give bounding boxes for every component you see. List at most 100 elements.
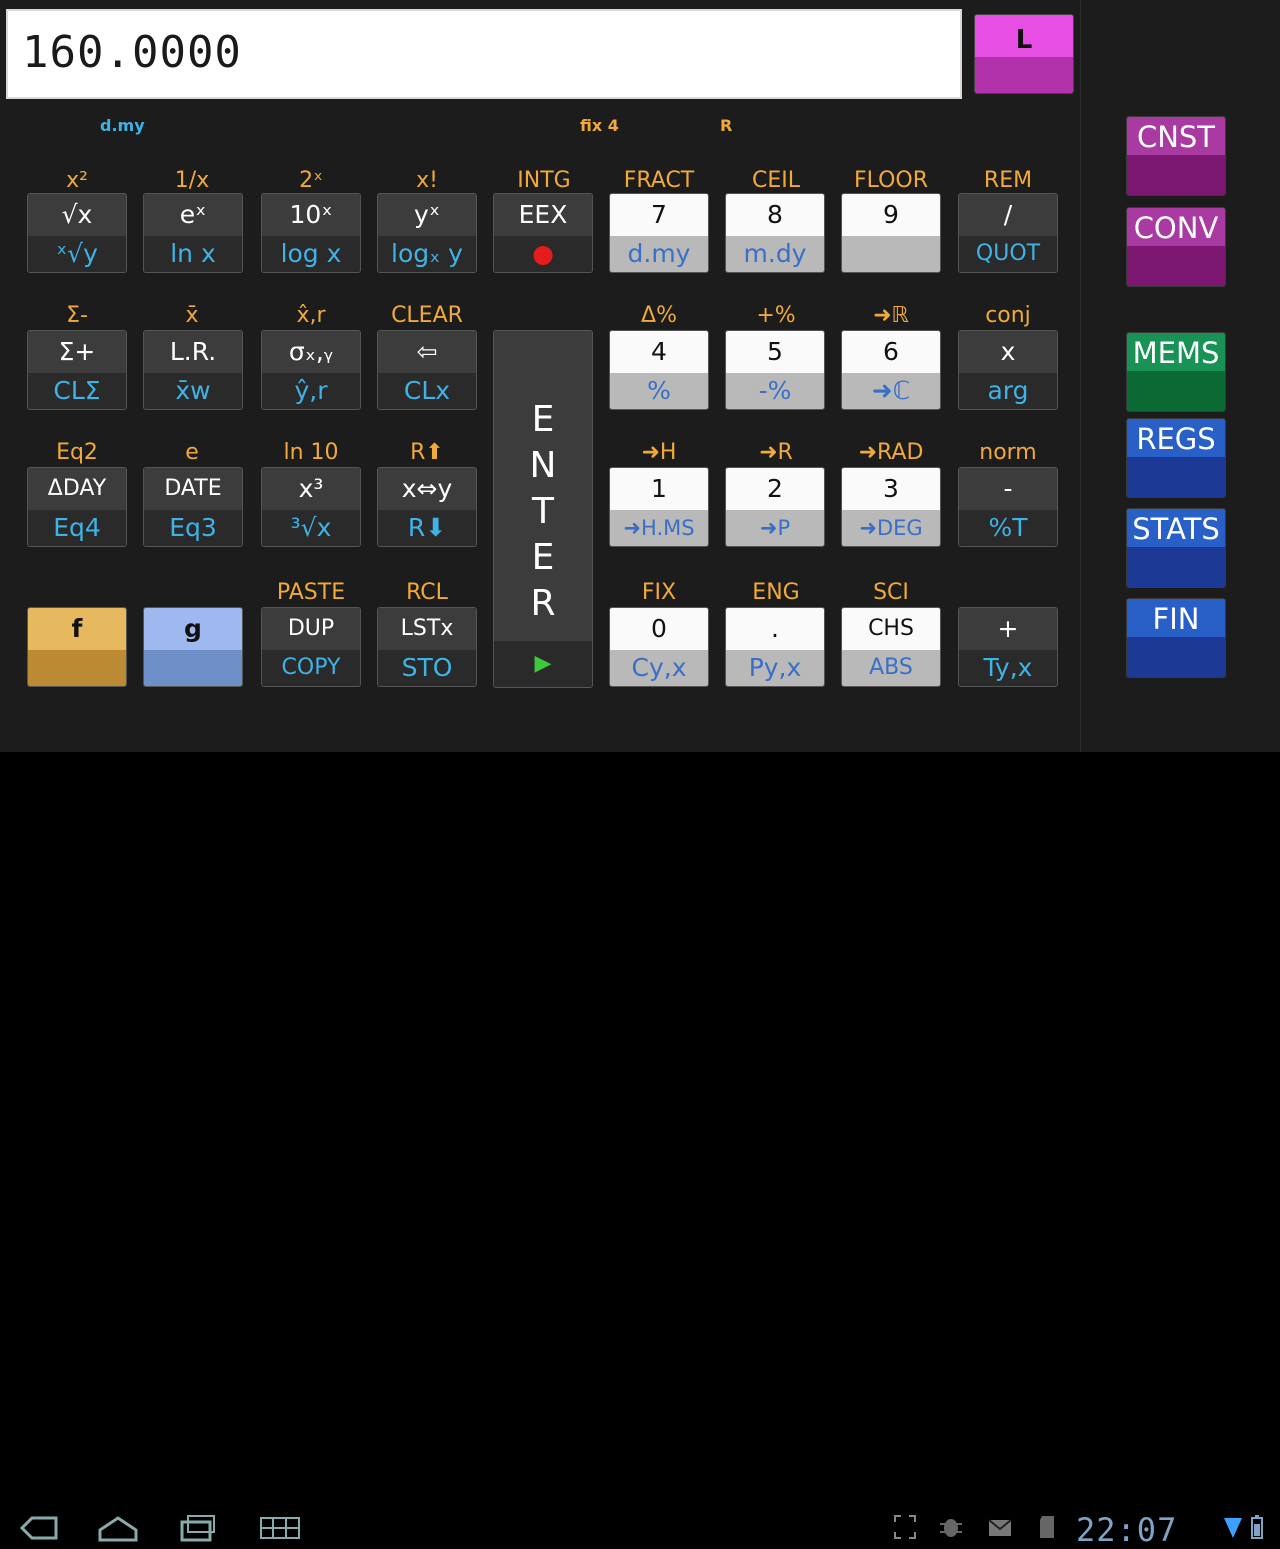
sigma-xy-label: σₓ,ᵧ	[288, 337, 334, 366]
abs-label: ABS	[869, 655, 913, 680]
alt-label-factorial: x!	[416, 168, 438, 193]
divide-key[interactable]: / QUOT	[958, 193, 1058, 273]
swap-label: x⇔y	[401, 474, 453, 503]
enter-letter: E	[531, 537, 555, 578]
alt-label-eq2: Eq2	[56, 440, 98, 465]
digit-4-key[interactable]: 4%	[609, 330, 709, 410]
logx-y-label: logₓ y	[391, 239, 463, 268]
digit-9-key[interactable]: 9	[841, 193, 941, 273]
conv-label: CONV	[1133, 211, 1219, 245]
quot-label: QUOT	[975, 241, 1041, 266]
display-value: 160.0000	[22, 27, 242, 78]
swap-key[interactable]: x⇔y R⬇	[377, 467, 477, 547]
enter-letter: R	[530, 583, 556, 624]
g-label: g	[184, 614, 202, 643]
signal-icon	[1224, 1518, 1242, 1538]
copy-label: COPY	[281, 655, 341, 680]
alt-label-sigma-minus: Σ-	[66, 303, 88, 328]
xroot-y-label: ˣ√y	[56, 239, 98, 268]
digit-0-key[interactable]: 0 Cy,x	[609, 607, 709, 687]
last-x-key[interactable]: LSTx STO	[377, 607, 477, 687]
mail-icon	[988, 1519, 1012, 1536]
delta-day-key[interactable]: ΔDAY Eq4	[27, 467, 127, 547]
alt-label-floor: FLOOR	[853, 168, 929, 193]
alt-label-to-rad: ➜RAD	[858, 440, 924, 465]
add-key[interactable]: + Ty,x	[958, 607, 1058, 687]
alt-label-norm: norm	[979, 440, 1037, 465]
digit-5-key[interactable]: 5 -%	[725, 330, 825, 410]
menu-grid-icon[interactable]	[258, 1514, 302, 1542]
angle-mode-indicator: R	[720, 116, 733, 135]
chs-key[interactable]: CHS ABS	[841, 607, 941, 687]
calculator-panel: 160.0000 L d.my fix 4 R x² 1/x 2ˣ x! INT…	[0, 0, 1080, 752]
t-yx-label: Ty,x	[983, 653, 1033, 682]
y-pow-x-key[interactable]: yˣ logₓ y	[377, 193, 477, 273]
yhat-r-label: ŷ,r	[294, 376, 328, 405]
linear-regression-key[interactable]: L.R. x̄w	[143, 330, 243, 410]
backspace-key[interactable]: ⇦ CLx	[377, 330, 477, 410]
multiply-key[interactable]: x arg	[958, 330, 1058, 410]
combination-label: Cy,x	[631, 653, 687, 682]
m-dy-label: m.dy	[743, 239, 807, 268]
alt-label-reciprocal: 1/x	[174, 168, 210, 193]
g-shift-key[interactable]: g	[143, 607, 243, 687]
mems-button[interactable]: MEMS	[1126, 332, 1226, 412]
cube-label: x³	[298, 474, 324, 503]
percent-label: %	[647, 376, 671, 405]
decimal-point-key[interactable]: . Py,x	[725, 607, 825, 687]
ln-label: ln x	[170, 239, 216, 268]
recent-apps-icon[interactable]	[178, 1514, 218, 1542]
l-button[interactable]: L	[974, 14, 1074, 94]
digit-0-label: 0	[651, 614, 667, 643]
cube-key[interactable]: x³ ³√x	[261, 467, 361, 547]
alt-label-intg: INTG	[517, 168, 571, 193]
digit-2-label: 2	[767, 474, 783, 503]
stats-label: STATS	[1132, 512, 1220, 546]
alt-label-eng: ENG	[752, 580, 800, 605]
back-icon[interactable]	[18, 1514, 58, 1542]
digit-3-key[interactable]: 3 ➜DEG	[841, 467, 941, 547]
alt-label-ln10: ln 10	[283, 440, 339, 465]
clock: 22:07	[1076, 1511, 1178, 1549]
ten-pow-key[interactable]: 10ˣ log x	[261, 193, 361, 273]
alt-label-fix: FIX	[641, 580, 677, 605]
display: 160.0000	[6, 9, 962, 99]
regs-button[interactable]: REGS	[1126, 418, 1226, 498]
std-dev-key[interactable]: σₓ,ᵧ ŷ,r	[261, 330, 361, 410]
sto-label: STO	[401, 653, 453, 682]
digit-6-key[interactable]: 6 ➜ℂ	[841, 330, 941, 410]
subtract-key[interactable]: - %T	[958, 467, 1058, 547]
digit-1-key[interactable]: 1 ➜H.MS	[609, 467, 709, 547]
digit-8-label: 8	[767, 200, 783, 229]
mems-label: MEMS	[1132, 336, 1220, 370]
decimal-point-label: .	[771, 614, 779, 643]
eex-key[interactable]: EEX ●	[493, 193, 593, 273]
cnst-button[interactable]: CNST	[1126, 116, 1226, 196]
chs-label: CHS	[868, 616, 914, 641]
digit-7-key[interactable]: 7 d.my	[609, 193, 709, 273]
conv-button[interactable]: CONV	[1126, 207, 1226, 287]
digit-9-label: 9	[883, 200, 899, 229]
fullscreen-icon[interactable]	[893, 1514, 917, 1540]
alt-label-x-squared: x²	[66, 168, 88, 193]
alt-label-two-pow-x: 2ˣ	[299, 168, 323, 193]
date-key[interactable]: DATE Eq3	[143, 467, 243, 547]
d-my-label: d.my	[627, 239, 691, 268]
fin-button[interactable]: FIN	[1126, 598, 1226, 678]
dup-key[interactable]: DUP COPY	[261, 607, 361, 687]
enter-key[interactable]: E N T E R ▶	[493, 330, 593, 688]
sigma-plus-key[interactable]: Σ+ CLΣ	[27, 330, 127, 410]
alt-label-plus-percent: +%	[756, 303, 796, 328]
battery-icon	[1251, 1515, 1263, 1539]
home-icon[interactable]	[96, 1514, 140, 1542]
digit-2-key[interactable]: 2 ➜P	[725, 467, 825, 547]
to-polar-label: ➜P	[759, 516, 791, 540]
sqrt-key[interactable]: √x ˣ√y	[27, 193, 127, 273]
exp-key[interactable]: eˣ ln x	[143, 193, 243, 273]
alt-label-ceil: CEIL	[751, 168, 800, 193]
stats-button[interactable]: STATS	[1126, 508, 1226, 588]
f-shift-key[interactable]: f	[27, 607, 127, 687]
digit-6-label: 6	[883, 337, 899, 366]
alt-label-paste: PASTE	[276, 580, 346, 605]
digit-8-key[interactable]: 8 m.dy	[725, 193, 825, 273]
